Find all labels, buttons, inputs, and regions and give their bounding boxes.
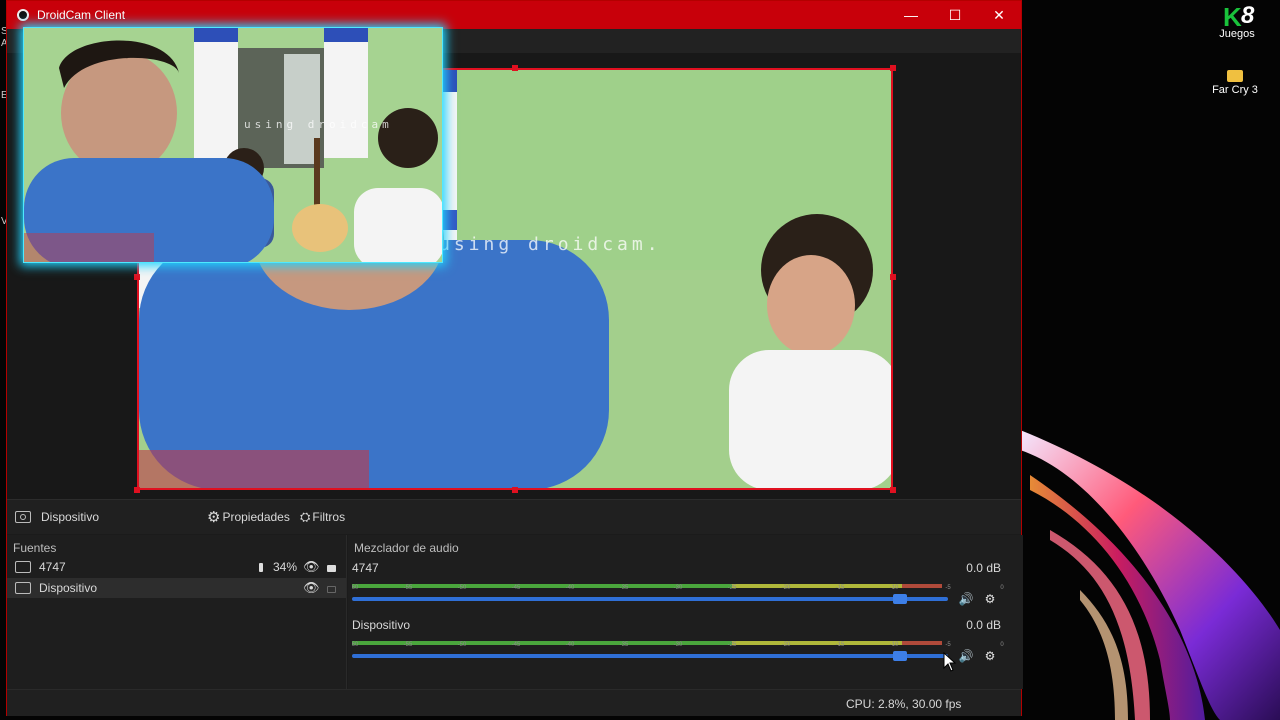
meter-tick-label: -50 xyxy=(458,642,467,648)
meter-tick-label: -25 xyxy=(728,585,737,591)
properties-label: Propiedades xyxy=(222,510,290,524)
meter-tick-label: -45 xyxy=(512,585,521,591)
meter-tick-label: -35 xyxy=(620,642,629,648)
meter-tick-label: -15 xyxy=(836,585,845,591)
meter-tick-label: -60 xyxy=(352,642,359,648)
meter-tick-label: -60 xyxy=(352,585,359,591)
meter-tick-label: -50 xyxy=(458,585,467,591)
channel-name: 4747 xyxy=(352,561,379,575)
juegos-label: Juegos xyxy=(1219,28,1255,40)
audio-mixer-panel: Mezclador de audio 4747 0.0 dB -60-55-50… xyxy=(348,535,1023,689)
meter-tick-label: 0 xyxy=(1000,642,1004,648)
channel-db: 0.0 dB xyxy=(966,618,1001,632)
droidcam-window: DroidCam Client — ☐ ✕ using droidcam. us… xyxy=(6,0,1023,716)
unlock-icon[interactable] xyxy=(327,586,336,593)
eye-icon[interactable]: 👁 xyxy=(303,580,320,596)
pip-feed-scene xyxy=(24,28,442,262)
window-title: DroidCam Client xyxy=(37,8,126,22)
meter-tick-label: -10 xyxy=(890,585,899,591)
minimize-button[interactable]: — xyxy=(889,1,933,29)
source-label: 4747 xyxy=(39,560,66,574)
resize-handle[interactable] xyxy=(890,487,896,493)
camera-icon xyxy=(15,561,31,573)
resize-handle[interactable] xyxy=(512,65,518,71)
channel-db: 0.0 dB xyxy=(966,561,1001,575)
mixer-channel: 4747 0.0 dB -60-55-50-45-40-35-30-25-20-… xyxy=(348,559,1023,609)
farcry-folder[interactable]: Far Cry 3 xyxy=(1204,70,1266,96)
titlebar[interactable]: DroidCam Client — ☐ ✕ xyxy=(7,1,1021,29)
status-bar: CPU: 2.8%, 30.00 fps xyxy=(7,689,1021,716)
meter-tick-label: -20 xyxy=(782,642,791,648)
battery-icon xyxy=(259,562,263,572)
meter-tick-label: 0 xyxy=(1000,585,1004,591)
mouse-cursor-icon xyxy=(943,652,957,672)
meter-tick-label: -15 xyxy=(836,642,845,648)
volume-slider[interactable] xyxy=(352,654,948,658)
watermark-text: using droidcam. xyxy=(439,234,662,255)
speaker-icon[interactable]: 🔊 xyxy=(958,648,974,664)
meter-tick-label: -20 xyxy=(782,585,791,591)
droidcam-app-icon xyxy=(17,9,29,21)
camera-icon xyxy=(15,511,31,523)
close-button[interactable]: ✕ xyxy=(977,1,1021,29)
meter-tick-label: -5 xyxy=(945,585,951,591)
resize-handle[interactable] xyxy=(134,487,140,493)
folder-icon xyxy=(1227,70,1243,82)
camera-icon xyxy=(15,582,31,594)
speaker-icon[interactable]: 🔊 xyxy=(958,591,974,607)
filters-label: Filtros xyxy=(312,510,346,524)
channel-name: Dispositivo xyxy=(352,618,411,632)
volume-slider-thumb[interactable] xyxy=(893,651,907,661)
filter-icon: ⛭ xyxy=(300,509,311,524)
volume-slider-thumb[interactable] xyxy=(893,594,907,604)
sources-title: Fuentes xyxy=(13,541,57,555)
meter-ticks: -60-55-50-45-40-35-30-25-20-15-10-50 xyxy=(352,642,1004,648)
battery-percent: 34% xyxy=(273,560,298,574)
properties-button[interactable]: ⚙ Propiedades xyxy=(207,508,290,526)
maximize-button[interactable]: ☐ xyxy=(933,1,977,29)
meter-tick-label: -5 xyxy=(945,642,951,648)
source-label: Dispositivo xyxy=(39,581,98,595)
preview-canvas: using droidcam. using droidcam xyxy=(7,27,1021,499)
resize-handle[interactable] xyxy=(134,274,140,280)
mixer-title: Mezclador de audio xyxy=(354,541,459,555)
meter-tick-label: -40 xyxy=(566,585,575,591)
filters-button[interactable]: ⛭ Filtros xyxy=(300,509,345,525)
meter-tick-label: -30 xyxy=(674,642,683,648)
juegos-shortcut[interactable]: K 8 Juegos xyxy=(1206,2,1268,46)
selected-source-label: Dispositivo xyxy=(41,510,100,524)
meter-tick-label: -30 xyxy=(674,585,683,591)
meter-ticks: -60-55-50-45-40-35-30-25-20-15-10-50 xyxy=(352,585,1004,591)
source-row-dispositivo[interactable]: Dispositivo 👁 xyxy=(7,578,346,598)
meter-tick-label: -55 xyxy=(404,642,413,648)
mixer-channel: Dispositivo 0.0 dB -60-55-50-45-40-35-30… xyxy=(348,616,1023,666)
resize-handle[interactable] xyxy=(890,65,896,71)
meter-tick-label: -25 xyxy=(728,642,737,648)
volume-slider[interactable] xyxy=(352,597,948,601)
resize-handle[interactable] xyxy=(512,487,518,493)
status-text: CPU: 2.8%, 30.00 fps xyxy=(846,697,962,711)
gear-icon[interactable]: ⚙ xyxy=(982,648,998,664)
meter-tick-label: -40 xyxy=(566,642,575,648)
meter-tick-label: -55 xyxy=(404,585,413,591)
pip-watermark-text: using droidcam xyxy=(244,118,393,131)
meter-tick-label: -10 xyxy=(890,642,899,648)
resize-handle[interactable] xyxy=(890,274,896,280)
meter-tick-label: -45 xyxy=(512,642,521,648)
source-row-4747[interactable]: 4747 34% 👁 xyxy=(7,557,346,577)
gear-icon: ⚙ xyxy=(207,509,221,526)
meter-tick-label: -35 xyxy=(620,585,629,591)
gear-icon[interactable]: ⚙ xyxy=(982,591,998,607)
wallpaper-swirl xyxy=(1020,430,1280,720)
source-toolbar: Dispositivo ⚙ Propiedades ⛭ Filtros xyxy=(7,499,1021,534)
farcry-label: Far Cry 3 xyxy=(1212,84,1258,96)
sources-panel: Fuentes 4747 34% 👁 Dispositivo 👁 xyxy=(7,535,347,689)
eye-icon[interactable]: 👁 xyxy=(303,559,320,575)
lock-icon[interactable] xyxy=(327,565,336,572)
pip-camera-feed[interactable]: using droidcam xyxy=(23,27,443,263)
bottom-panels: Fuentes 4747 34% 👁 Dispositivo 👁 Mezclad… xyxy=(7,535,1023,689)
